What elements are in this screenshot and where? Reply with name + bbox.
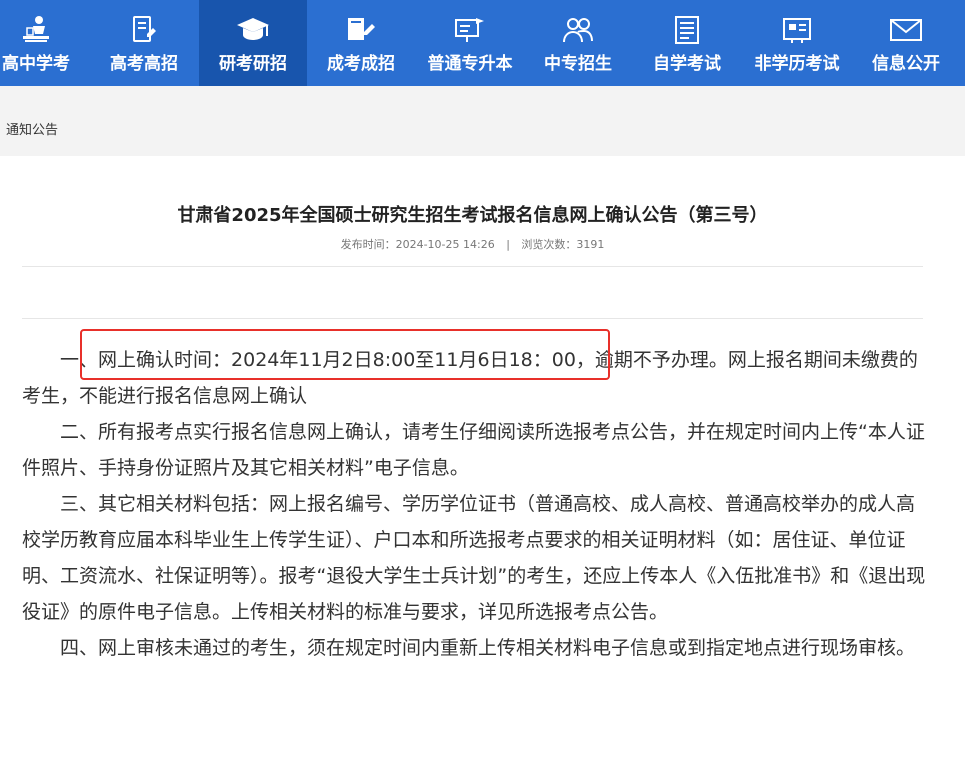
paragraph-4: 四、网上审核未通过的考生，须在规定时间内重新上传相关材料电子信息或到指定地点进行… — [60, 637, 916, 659]
nav-item-label: 高中学考 — [2, 54, 70, 74]
article-meta: 发布时间：2024-10-25 14:26 | 浏览次数：3191 — [0, 236, 945, 252]
nav-item-high-school-exam[interactable]: 高中学考 — [0, 0, 90, 86]
article-body: 一、网上确认时间：2024年11月2日8:00至11月6日18：00，逾期不予办… — [22, 342, 927, 666]
pencil-paper-icon — [90, 14, 198, 46]
publish-time-label: 发布时间： — [340, 238, 396, 251]
document-list-icon — [633, 14, 741, 46]
nav-item-label: 普通专升本 — [427, 54, 513, 74]
breadcrumb-bar: 通知公告 — [0, 86, 965, 156]
people-icon — [524, 14, 632, 46]
book-pen-icon — [307, 14, 415, 46]
nav-item-label: 研考研招 — [219, 54, 287, 74]
nav-item-graduate-exam[interactable]: 研考研招 — [199, 0, 307, 86]
nav-item-non-degree-exam[interactable]: 非学历考试 — [743, 0, 851, 86]
nav-item-label: 高考高招 — [110, 54, 178, 74]
top-nav-bar: 高中学考 高考高招 研考研招 成考成招 普通专升本 中专招生 自学考试 非学历考… — [0, 0, 965, 86]
red-highlight-box — [80, 329, 610, 380]
envelope-icon — [852, 14, 960, 46]
paragraph-3: 三、其它相关材料包括：网上报名编号、学历学位证书（普通高校、成人高校、普通高校举… — [22, 493, 926, 623]
nav-item-label: 自学考试 — [653, 54, 721, 74]
certificate-icon — [743, 14, 851, 46]
nav-item-self-study-exam[interactable]: 自学考试 — [633, 0, 741, 86]
student-desk-icon — [0, 14, 90, 46]
article-title: 甘肃省2025年全国硕士研究生招生考试报名信息网上确认公告（第三号） — [177, 205, 768, 226]
view-count: 3191 — [576, 238, 605, 251]
nav-item-adult-exam[interactable]: 成考成招 — [307, 0, 415, 86]
body-divider — [22, 318, 923, 319]
publish-time: 2024-10-25 14:26 — [395, 238, 495, 251]
nav-item-label: 非学历考试 — [754, 54, 840, 74]
meta-separator: | — [506, 238, 510, 251]
paragraph-2: 二、所有报考点实行报名信息网上确认，请考生仔细阅读所选报考点公告，并在规定时间内… — [22, 421, 925, 479]
nav-item-upgrade-undergrad[interactable]: 普通专升本 — [416, 0, 524, 86]
nav-item-label: 信息公开 — [872, 54, 940, 74]
nav-item-label: 中专招生 — [544, 54, 612, 74]
nav-item-label: 成考成招 — [327, 54, 395, 74]
title-divider — [22, 266, 923, 267]
nav-item-college-entrance[interactable]: 高考高招 — [90, 0, 198, 86]
nav-item-info-disclosure[interactable]: 信息公开 — [852, 0, 960, 86]
article-container: 甘肃省2025年全国硕士研究生招生考试报名信息网上确认公告（第三号） 发布时间：… — [0, 156, 965, 757]
view-count-label: 浏览次数： — [521, 238, 577, 251]
breadcrumb-link-notices[interactable]: 通知公告 — [6, 119, 58, 138]
presentation-board-icon — [416, 14, 524, 46]
graduation-cap-icon — [199, 14, 307, 46]
nav-item-secondary-vocational[interactable]: 中专招生 — [524, 0, 632, 86]
